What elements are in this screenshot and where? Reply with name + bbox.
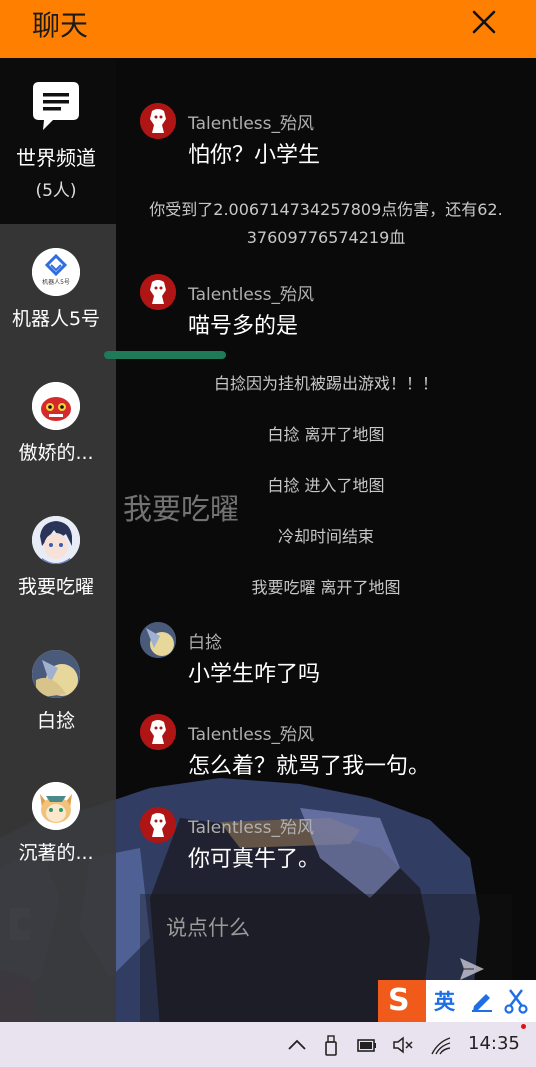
close-icon[interactable]: [470, 8, 498, 36]
ime-logo-text: S: [388, 983, 410, 1018]
system-message: 白捻 离开了地图: [267, 425, 385, 444]
system-message: 我要吃曜 离开了地图: [251, 578, 401, 597]
system-clock[interactable]: 14:35: [468, 1033, 520, 1054]
avatar[interactable]: [140, 714, 176, 750]
ime-toolbar: S 英: [378, 980, 536, 1022]
contact-list: [0, 224, 116, 1022]
avatar: [32, 516, 80, 564]
avatar[interactable]: [140, 807, 176, 843]
notification-dot: [521, 1024, 526, 1029]
message-text: 小学生咋了吗: [188, 662, 321, 687]
avatar[interactable]: [140, 103, 176, 139]
volume-muted-icon[interactable]: [392, 1034, 414, 1056]
contact-name: 我要吃曜: [17, 576, 94, 598]
world-channel-tab[interactable]: 世界频道 (5人): [0, 58, 116, 224]
contact-name: 傲娇的...: [18, 442, 94, 464]
message-username[interactable]: 白捻: [188, 628, 222, 653]
sidebar: 世界频道 (5人) 机器人5号 机器人5号 傲娇的... 我要吃曜 白捻 沉著的…: [0, 58, 116, 1022]
wifi-icon[interactable]: [430, 1034, 452, 1056]
send-icon[interactable]: [458, 956, 486, 982]
chat-header: 聊天: [0, 0, 536, 58]
player-name-overlay: 我要吃曜: [123, 492, 240, 526]
pen-icon[interactable]: [470, 990, 494, 1012]
avatar: 机器人5号: [32, 248, 80, 296]
message-username[interactable]: Talentless_殆风: [188, 720, 314, 745]
message-username[interactable]: Talentless_殆风: [188, 813, 314, 838]
avatar: [32, 782, 80, 830]
message-text: 你可真牛了。: [188, 847, 321, 872]
taskbar: 14:35: [0, 1022, 536, 1067]
contact-name: 沉著的...: [18, 842, 94, 864]
ime-logo[interactable]: S: [378, 980, 426, 1022]
page-title: 聊天: [32, 9, 89, 42]
system-message-line: 37609776574219血: [246, 228, 406, 247]
system-message: 你受到了2.006714734257809点伤害，还有62. 376097765…: [116, 196, 536, 252]
system-message: 白捻因为挂机被踢出游戏！！！: [213, 374, 438, 393]
avatar: [32, 650, 80, 698]
contact-name: 机器人5号: [11, 308, 101, 330]
ime-language-toggle[interactable]: 英: [434, 986, 455, 1016]
message-input-placeholder: 说点什么: [166, 916, 250, 940]
world-channel-label: 世界频道: [16, 146, 96, 170]
message-text: 怕你？小学生: [188, 143, 321, 168]
avatar[interactable]: [140, 622, 176, 658]
usb-drive-icon[interactable]: [320, 1034, 342, 1056]
message-text: 喵号多的是: [188, 314, 299, 339]
contact-name: 白捻: [36, 710, 75, 732]
chat-bubble-icon: [33, 82, 79, 130]
message-username[interactable]: Talentless_殆风: [188, 109, 314, 134]
chevron-up-icon[interactable]: [286, 1034, 308, 1056]
avatar: [32, 382, 80, 430]
avatar-text: 机器人5号: [42, 278, 70, 286]
battery-charging-icon[interactable]: [356, 1034, 378, 1056]
avatar[interactable]: [140, 274, 176, 310]
world-channel-count: (5人): [35, 181, 77, 201]
scissors-icon[interactable]: [504, 988, 528, 1014]
chat-main: 世界频道 (5人) 机器人5号 机器人5号 傲娇的... 我要吃曜 白捻 沉著的…: [0, 58, 536, 1022]
system-message-line: 你受到了2.006714734257809点伤害，还有62.: [149, 200, 503, 219]
scrollbar-thumb[interactable]: [104, 351, 226, 359]
message-text: 怎么着？就骂了我一句。: [188, 754, 431, 779]
message-username[interactable]: Talentless_殆风: [188, 280, 314, 305]
